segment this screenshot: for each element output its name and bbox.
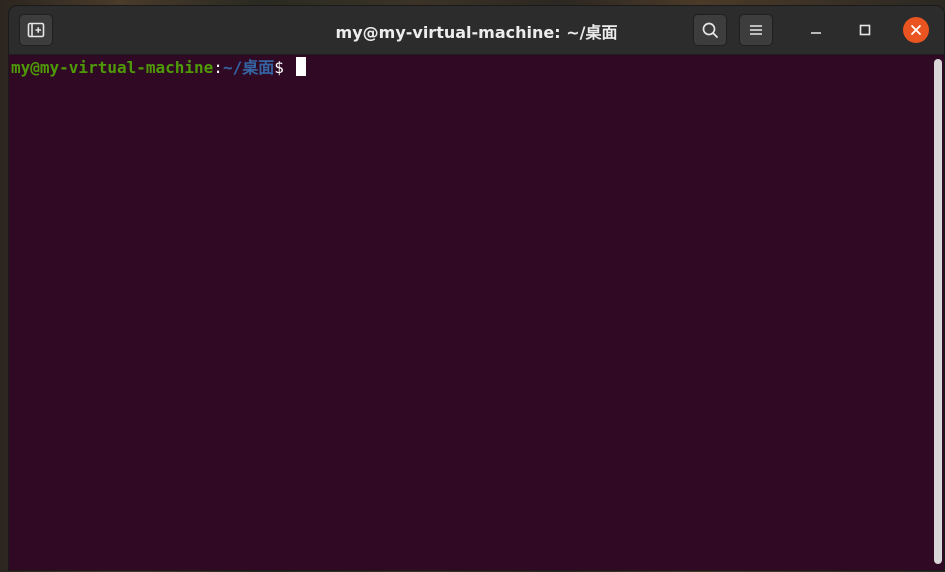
close-icon xyxy=(910,21,922,40)
text-cursor xyxy=(295,57,306,76)
menu-button[interactable] xyxy=(739,14,773,46)
prompt-line: my@my-virtual-machine:~/桌面$ xyxy=(11,57,306,79)
title-bar[interactable]: my@my-virtual-machine: ~/桌面 xyxy=(9,6,944,55)
close-button[interactable] xyxy=(903,17,929,43)
hamburger-menu-icon xyxy=(748,23,764,37)
terminal-window: my@my-virtual-machine: ~/桌面 my@my-virtua… xyxy=(9,6,944,570)
search-button[interactable] xyxy=(693,14,727,46)
prompt-symbol: $ xyxy=(274,58,284,77)
terminal-area[interactable]: my@my-virtual-machine:~/桌面$ xyxy=(9,55,944,570)
prompt-path: ~/桌面 xyxy=(222,58,275,77)
search-icon xyxy=(701,21,719,39)
scrollbar[interactable] xyxy=(934,59,942,564)
maximize-icon xyxy=(859,21,871,40)
minimize-icon xyxy=(810,21,822,40)
minimize-button[interactable] xyxy=(803,17,829,43)
prompt-separator: : xyxy=(213,58,223,77)
maximize-button[interactable] xyxy=(852,17,878,43)
prompt-user-host: my@my-virtual-machine xyxy=(11,58,214,77)
